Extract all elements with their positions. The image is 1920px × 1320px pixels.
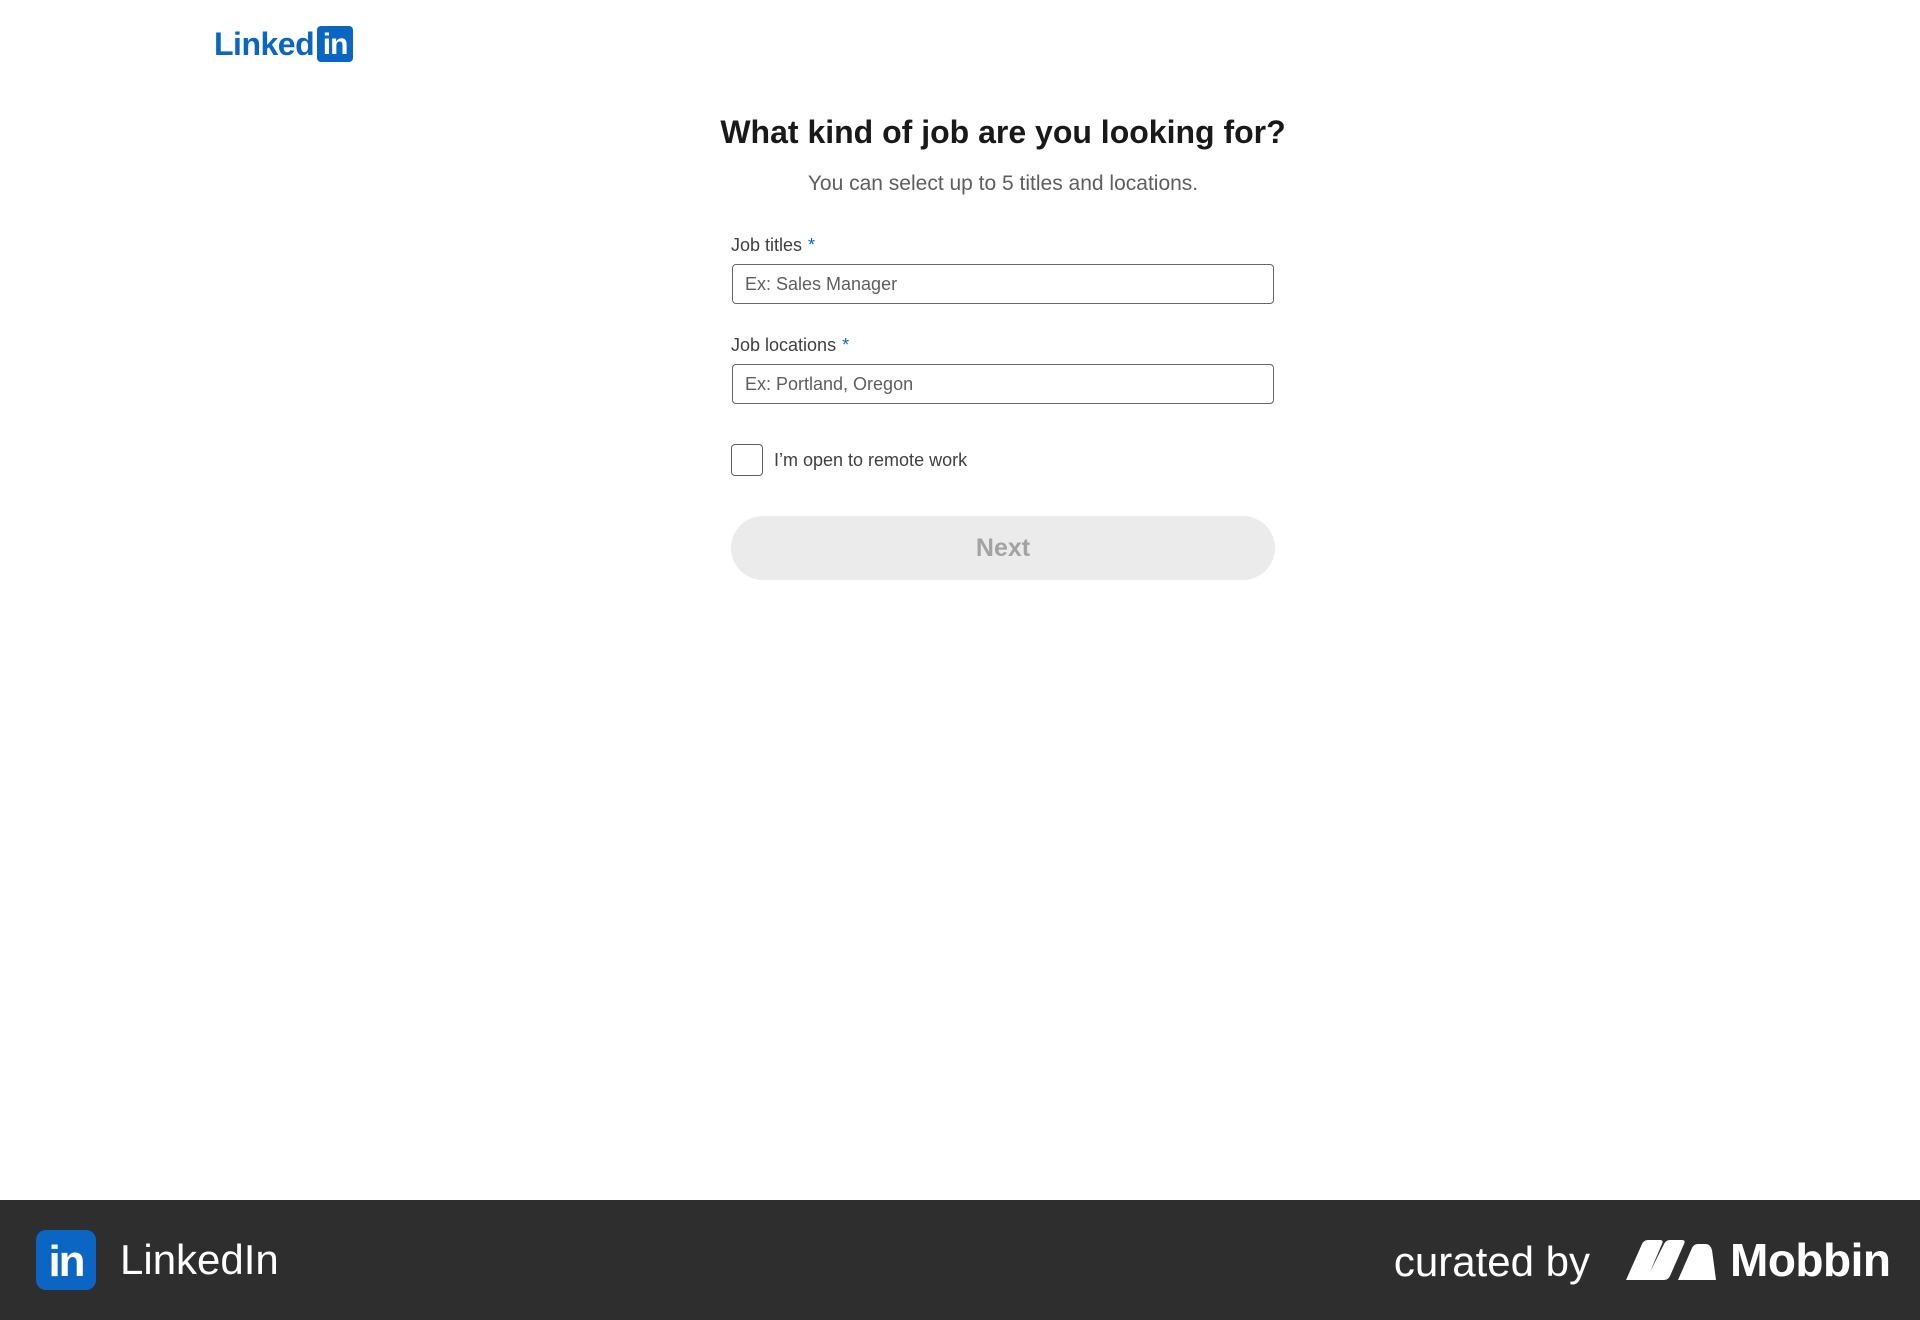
job-titles-label-text: Job titles xyxy=(731,235,803,255)
footer-curated-by: curated by xyxy=(1393,1238,1590,1285)
footer-app-name: LinkedIn xyxy=(120,1236,279,1283)
logo-in-icon: in xyxy=(317,26,354,62)
job-titles-label: Job titles * xyxy=(731,233,815,257)
job-locations-label-text: Job locations xyxy=(731,335,837,355)
next-button[interactable]: Next xyxy=(731,516,1275,580)
page-title: What kind of job are you looking for? xyxy=(720,114,1286,150)
mobbin-logo-icon xyxy=(1626,1240,1716,1280)
remote-work-checkbox[interactable] xyxy=(731,444,763,476)
required-marker: * xyxy=(808,235,816,255)
required-marker: * xyxy=(842,335,850,355)
remote-work-option[interactable]: I’m open to remote work xyxy=(731,444,967,476)
remote-work-label[interactable]: I’m open to remote work xyxy=(774,450,967,471)
logo-wordmark: Linked xyxy=(214,26,315,62)
job-titles-input[interactable] xyxy=(732,264,1274,304)
footer-bar: in LinkedIn curated by Mobbin xyxy=(0,1200,1920,1320)
linkedin-logo[interactable]: Linked in xyxy=(214,26,354,62)
page-subtitle: You can select up to 5 titles and locati… xyxy=(807,172,1199,195)
page: Linked in What kind of job are you looki… xyxy=(0,0,1920,1320)
footer-brand-name: Mobbin xyxy=(1730,1234,1891,1286)
job-locations-label: Job locations * xyxy=(731,333,849,357)
job-locations-input[interactable] xyxy=(732,364,1274,404)
linkedin-app-icon: in xyxy=(36,1230,96,1290)
